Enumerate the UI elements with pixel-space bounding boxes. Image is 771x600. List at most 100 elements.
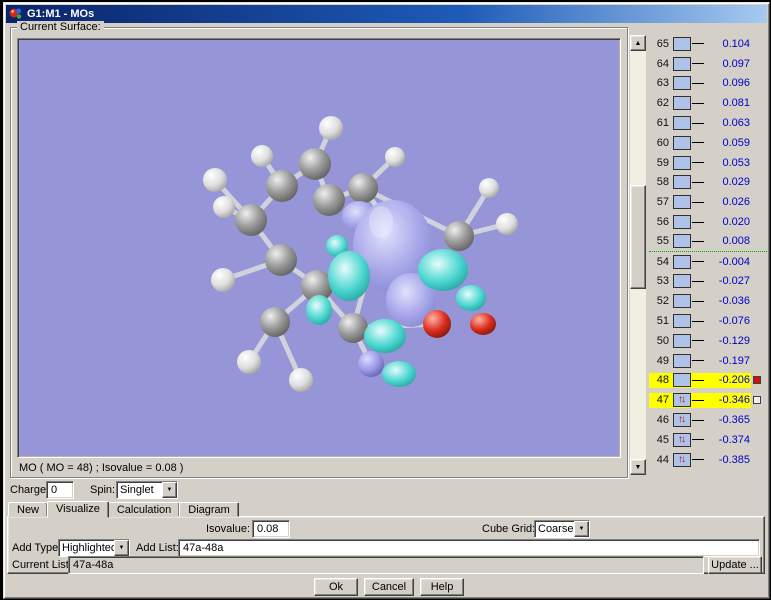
mo-row-59[interactable]: 590.053 [649, 153, 767, 173]
mo-occupancy-box[interactable]: ↑↓ [673, 413, 691, 427]
mo-row-65[interactable]: 650.104 [649, 34, 767, 54]
current-list-input [68, 556, 704, 574]
mo-occupancy-box[interactable] [673, 136, 691, 150]
add-type-value: Highlighted [59, 540, 114, 556]
mo-row-62[interactable]: 620.081 [649, 93, 767, 113]
mo-row-45[interactable]: 45↑↓-0.374 [649, 430, 767, 450]
mo-energy-value: 0.097 [704, 58, 750, 70]
electron-arrows-icon: ↑↓ [678, 435, 684, 445]
mo-occupancy-box[interactable]: ↑↓ [673, 393, 691, 407]
mo-occupancy-box[interactable] [673, 116, 691, 130]
energy-level-tick [692, 420, 704, 421]
mo-row-48[interactable]: 48-0.206 [649, 371, 767, 391]
energy-level-tick [692, 261, 704, 262]
energy-level-tick [692, 241, 704, 242]
mo-row-44[interactable]: 44↑↓-0.385 [649, 450, 767, 470]
mo-row-56[interactable]: 560.020 [649, 212, 767, 232]
molecule-viewport[interactable] [17, 38, 621, 458]
mo-row-64[interactable]: 640.097 [649, 54, 767, 74]
scroll-up-button[interactable]: ▲ [630, 35, 646, 51]
mo-energy-value: -0.129 [704, 335, 750, 347]
mo-occupancy-box[interactable] [673, 354, 691, 368]
mo-energy-value: -0.365 [704, 414, 750, 426]
mo-row-53[interactable]: 53-0.027 [649, 272, 767, 292]
mo-row-52[interactable]: 52-0.036 [649, 291, 767, 311]
tab-diagram[interactable]: Diagram [179, 502, 239, 517]
mo-energy-value: 0.096 [704, 77, 750, 89]
mo-occupancy-box[interactable] [673, 195, 691, 209]
update-button[interactable]: Update ... [708, 556, 762, 574]
energy-level-tick [692, 43, 704, 44]
spin-select[interactable]: Singlet ▼ [116, 481, 178, 499]
mo-row-57[interactable]: 570.026 [649, 192, 767, 212]
mo-number: 54 [649, 256, 669, 268]
mo-occupancy-box[interactable] [673, 274, 691, 288]
cancel-button[interactable]: Cancel [364, 578, 414, 596]
electron-arrows-icon: ↑↓ [678, 455, 684, 465]
mo-row-55[interactable]: 550.008 [649, 232, 767, 252]
mo-occupancy-box[interactable] [673, 96, 691, 110]
mo-occupancy-box[interactable] [673, 37, 691, 51]
electron-arrows-icon: ↑↓ [678, 415, 684, 425]
mo-occupancy-box[interactable] [673, 76, 691, 90]
mo-number: 62 [649, 97, 669, 109]
mo-row-51[interactable]: 51-0.076 [649, 311, 767, 331]
mo-energy-value: 0.008 [704, 235, 750, 247]
mo-energy-value: -0.004 [704, 256, 750, 268]
mo-row-50[interactable]: 50-0.129 [649, 331, 767, 351]
mo-number: 60 [649, 137, 669, 149]
energy-level-tick [692, 380, 704, 381]
surface-color-marker [753, 376, 761, 384]
mo-energy-value: -0.197 [704, 355, 750, 367]
chevron-down-icon[interactable]: ▼ [162, 482, 177, 498]
energy-level-tick [692, 123, 704, 124]
help-button[interactable]: Help [420, 578, 464, 596]
mo-row-60[interactable]: 600.059 [649, 133, 767, 153]
mo-occupancy-box[interactable]: ↑↓ [673, 433, 691, 447]
mo-row-46[interactable]: 46↑↓-0.365 [649, 410, 767, 430]
mo-row-49[interactable]: 49-0.197 [649, 351, 767, 371]
tab-new[interactable]: New [8, 502, 48, 517]
mo-occupancy-box[interactable] [673, 175, 691, 189]
scrollbar-thumb[interactable] [630, 185, 646, 289]
isovalue-input[interactable] [252, 520, 290, 538]
mo-occupancy-box[interactable] [673, 215, 691, 229]
mo-occupancy-box[interactable] [673, 234, 691, 248]
spin-value: Singlet [117, 482, 162, 498]
add-list-input[interactable] [178, 539, 760, 557]
scroll-down-button[interactable]: ▼ [630, 459, 646, 475]
mo-number: 44 [649, 454, 669, 466]
tab-visualize[interactable]: Visualize [47, 501, 109, 518]
energy-level-tick [692, 360, 704, 361]
chevron-down-icon[interactable]: ▼ [574, 521, 589, 537]
add-type-select[interactable]: Highlighted ▼ [58, 539, 130, 557]
energy-level-tick [692, 142, 704, 143]
mo-row-54[interactable]: 54 -0.004 [649, 252, 767, 272]
mo-occupancy-box[interactable] [673, 373, 691, 387]
spin-label: Spin: [90, 484, 115, 496]
current-surface-label: Current Surface: [17, 21, 104, 33]
mo-row-63[interactable]: 630.096 [649, 74, 767, 94]
title-bar[interactable]: G1:M1 - MOs [6, 5, 767, 23]
mo-row-47[interactable]: 47↑↓-0.346 [649, 390, 767, 410]
tab-calculation[interactable]: Calculation [108, 502, 180, 517]
molecule-visualization[interactable] [19, 40, 619, 456]
mo-row-61[interactable]: 610.063 [649, 113, 767, 133]
charge-input[interactable] [46, 481, 74, 499]
cube-grid-select[interactable]: Coarse ▼ [534, 520, 590, 538]
add-list-label: Add List: [136, 542, 179, 554]
mo-occupancy-box[interactable] [673, 334, 691, 348]
mo-number: 47 [649, 394, 669, 406]
mo-row-58[interactable]: 580.029 [649, 173, 767, 193]
mo-occupancy-box[interactable] [673, 255, 691, 269]
mo-occupancy-box[interactable] [673, 294, 691, 308]
mo-occupancy-box[interactable] [673, 57, 691, 71]
mo-list-scrollbar[interactable]: ▲ ▼ [630, 35, 646, 475]
mo-occupancy-box[interactable]: ↑↓ [673, 453, 691, 467]
mo-number: 61 [649, 117, 669, 129]
chevron-down-icon[interactable]: ▼ [114, 540, 129, 556]
mo-occupancy-box[interactable] [673, 314, 691, 328]
ok-button[interactable]: Ok [314, 578, 358, 596]
mo-energy-value: 0.029 [704, 176, 750, 188]
mo-occupancy-box[interactable] [673, 156, 691, 170]
